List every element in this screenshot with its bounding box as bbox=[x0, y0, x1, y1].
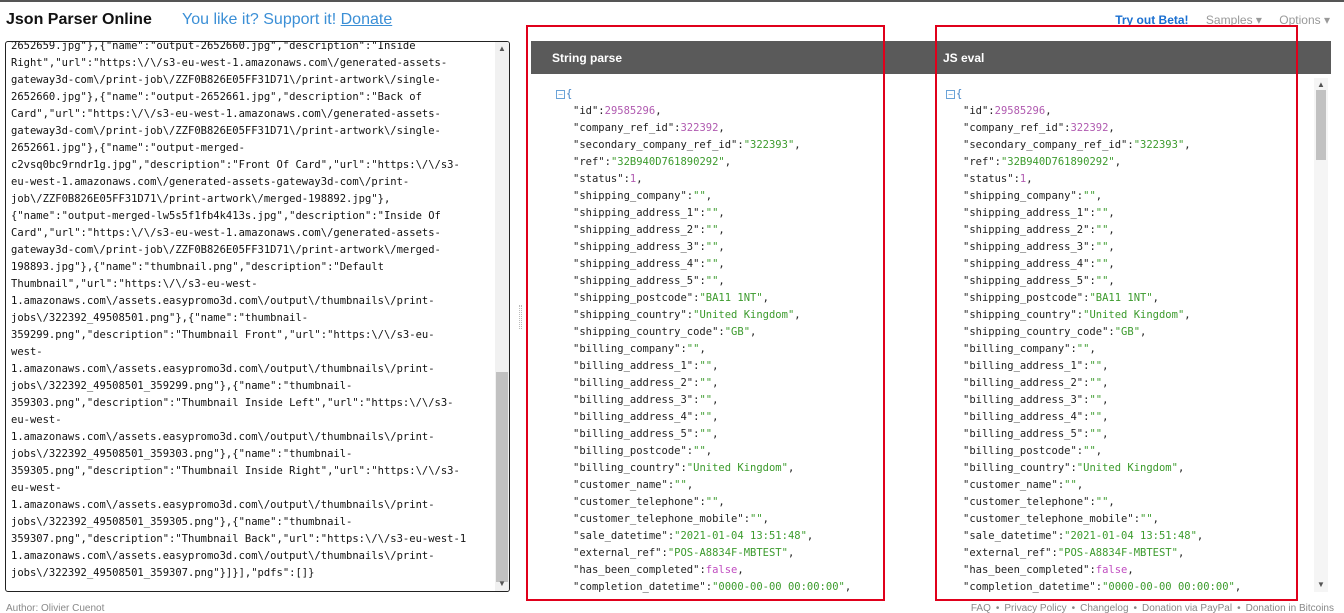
editor-line: jobs\/322392_49508501_359299.png"},{"nam… bbox=[11, 380, 353, 392]
editor-line: gateway3d-com\/print-job\/ZZF0B826E05FF3… bbox=[11, 244, 441, 256]
editor-line: 359299.png","description":"Thumbnail Fro… bbox=[11, 329, 435, 341]
editor-line: 2652660.jpg"},{"name":"output-2652661.jp… bbox=[11, 91, 422, 103]
editor-line: west- bbox=[11, 346, 43, 358]
top-border bbox=[0, 0, 1344, 2]
highlight-box-string-parse bbox=[526, 25, 885, 601]
editor-line: 1.amazonaws.com\/assets.easypromo3d.com\… bbox=[11, 363, 435, 375]
editor-line: jobs\/322392_49508501_359307.png"}]}],"p… bbox=[11, 567, 315, 579]
pane-splitter-handle[interactable] bbox=[519, 305, 522, 329]
editor-line: gateway3d-com\/print-job\/ZZF0B826E05FF3… bbox=[11, 74, 441, 86]
app-title: Json Parser Online bbox=[6, 11, 152, 28]
editor-line: eu-west- bbox=[11, 414, 62, 426]
editor-scrollbar[interactable]: ▲ ▼ bbox=[495, 42, 509, 591]
scroll-up-icon[interactable]: ▲ bbox=[497, 44, 507, 54]
editor-line: 2652661.jpg"},{"name":"output-merged- bbox=[11, 142, 245, 154]
editor-line: eu-west- bbox=[11, 482, 62, 494]
editor-line: gateway3d-com\/print-job\/ZZF0B826E05FF3… bbox=[11, 125, 441, 137]
editor-line: eu-west-1.amazonaws.com\/generated-asset… bbox=[11, 176, 410, 188]
support-message: You like it? Support it! Donate bbox=[182, 11, 392, 29]
results-scroll-thumb[interactable] bbox=[1316, 90, 1326, 160]
editor-line: 1.amazonaws.com\/assets.easypromo3d.com\… bbox=[11, 499, 435, 511]
editor-line: 359305.png","description":"Thumbnail Ins… bbox=[11, 465, 460, 477]
footer-link[interactable]: Donation in Bitcoins bbox=[1246, 603, 1334, 613]
json-input-editor[interactable]: 2652659.jpg"},{"name":"output-2652660.jp… bbox=[5, 41, 510, 592]
editor-line: Card","url":"https:\/\/s3-eu-west-1.amaz… bbox=[11, 108, 441, 120]
editor-line: job\/ZZF0B826E05FF31D71\/print-artwork\/… bbox=[11, 193, 391, 205]
scroll-down-icon[interactable]: ▼ bbox=[1316, 580, 1326, 590]
scroll-down-icon[interactable]: ▼ bbox=[497, 579, 507, 589]
editor-line: 1.amazonaws.com\/assets.easypromo3d.com\… bbox=[11, 295, 435, 307]
donate-link[interactable]: Donate bbox=[341, 11, 393, 28]
editor-line: 1.amazonaws.com\/assets.easypromo3d.com\… bbox=[11, 431, 435, 443]
editor-line: 359303.png","description":"Thumbnail Ins… bbox=[11, 397, 454, 409]
editor-line: c2vsq0bc9rndr1g.jpg","description":"Fron… bbox=[11, 159, 460, 171]
footer-links: FAQ • Privacy Policy • Changelog • Donation vi… bbox=[971, 603, 1334, 613]
json-input-text[interactable]: 2652659.jpg"},{"name":"output-2652660.jp… bbox=[11, 41, 489, 591]
results-scrollbar[interactable]: ▲ ▼ bbox=[1314, 78, 1328, 592]
footer-link[interactable]: Privacy Policy bbox=[1004, 603, 1066, 613]
editor-line: 2652659.jpg"},{"name":"output-2652660.jp… bbox=[11, 41, 416, 52]
footer-separator: • bbox=[1237, 603, 1241, 613]
editor-line: jobs\/322392_49508501_359303.png"},{"nam… bbox=[11, 448, 353, 460]
editor-line: Thumbnail","url":"https:\/\/s3-eu-west- bbox=[11, 278, 258, 290]
editor-line: 359307.png","description":"Thumbnail Bac… bbox=[11, 533, 467, 545]
author-credit: Author: Olivier Cuenot bbox=[6, 603, 105, 613]
editor-line: Right","url":"https:\/\/s3-eu-west-1.ama… bbox=[11, 57, 448, 69]
support-text: You like it? Support it! bbox=[182, 11, 341, 28]
editor-line: jobs\/322392_49508501.png"},{"name":"thu… bbox=[11, 312, 309, 324]
editor-line: Card","url":"https:\/\/s3-eu-west-1.amaz… bbox=[11, 227, 441, 239]
editor-scroll-thumb[interactable] bbox=[496, 372, 508, 582]
editor-line: 198893.jpg"},{"name":"thumbnail.png","de… bbox=[11, 261, 384, 273]
scroll-up-icon[interactable]: ▲ bbox=[1316, 80, 1326, 90]
footer-link[interactable]: Changelog bbox=[1080, 603, 1128, 613]
highlight-box-js-eval bbox=[935, 25, 1298, 601]
footer-separator: • bbox=[995, 603, 1000, 613]
editor-line: 1.amazonaws.com\/assets.easypromo3d.com\… bbox=[11, 550, 435, 562]
footer-separator: • bbox=[1133, 603, 1138, 613]
footer-link[interactable]: Donation via PayPal bbox=[1142, 603, 1232, 613]
footer-link[interactable]: FAQ bbox=[971, 603, 991, 613]
footer-separator: • bbox=[1071, 603, 1076, 613]
editor-line: jobs\/322392_49508501_359305.png"},{"nam… bbox=[11, 516, 353, 528]
editor-line: {"name":"output-merged-lw5s5f1fb4k413s.j… bbox=[11, 210, 441, 222]
